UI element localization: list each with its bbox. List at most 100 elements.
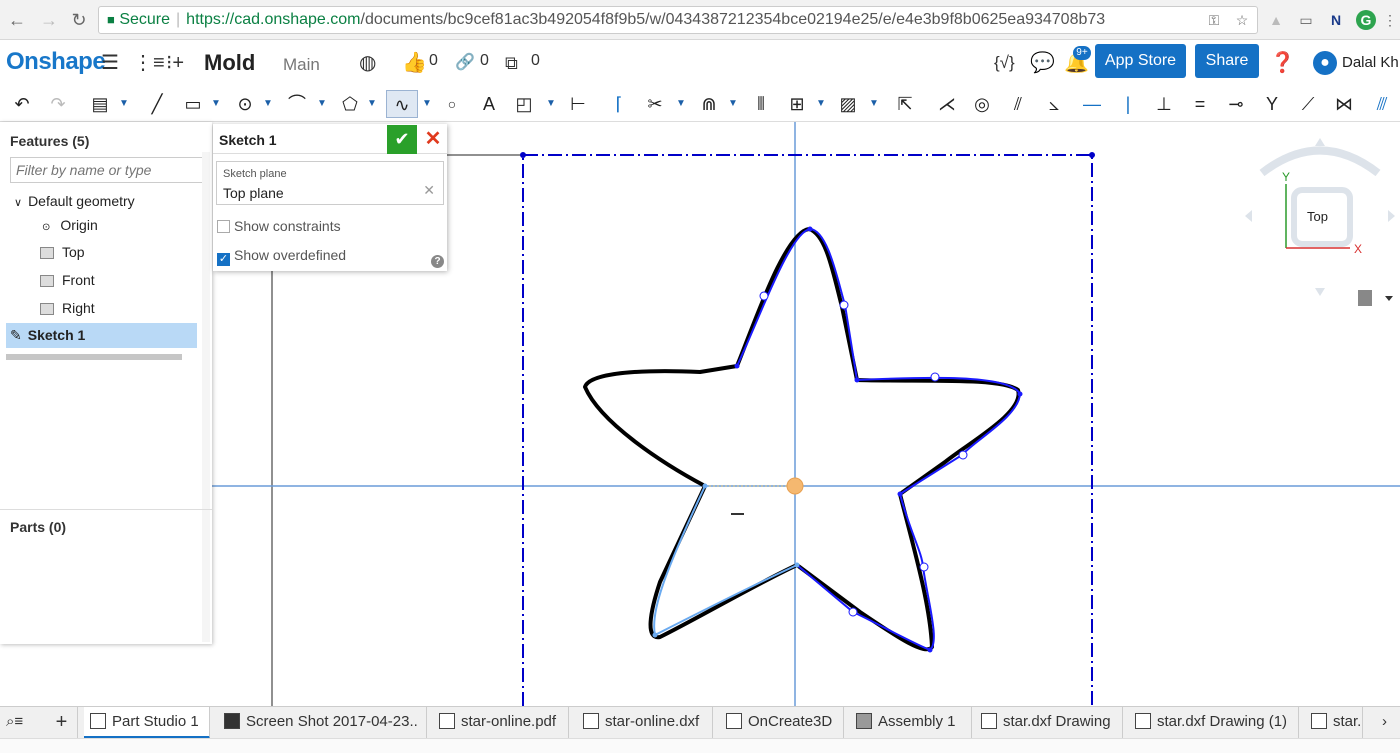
feature-filter-input[interactable] [10,157,203,183]
tree-right[interactable]: Right [40,297,95,319]
sketch-plane-field[interactable]: Sketch plane Top plane ✕ [216,161,444,205]
tab-search-icon[interactable]: ⌕≡ [0,707,40,739]
onshape-logo[interactable]: Onshape [6,48,106,76]
feature-list-scrollbar[interactable] [6,354,182,360]
midpoint-icon[interactable]: ⊸ [1226,90,1246,118]
feature-dropdown-icon[interactable]: ▤ [88,90,112,118]
reload-icon[interactable]: ↻ [68,9,90,31]
arc-tool-icon[interactable]: ⌒ [285,90,309,118]
avatar[interactable]: ● [1313,51,1337,75]
rectangle-tool-icon[interactable]: ▭ [181,90,205,118]
undo-icon[interactable]: ↶ [10,90,34,118]
tab-star-online-pdf[interactable]: star-online.pdf [433,707,569,739]
image-icon [224,713,240,729]
tab-assembly-1[interactable]: Assembly 1 [850,707,972,739]
key-icon[interactable]: ⚿ [1204,10,1224,30]
cancel-button[interactable]: ✕ [421,125,445,154]
tab-star-online-dxf[interactable]: star-online.dxf [577,707,713,739]
like-icon[interactable]: 👍 [402,51,427,75]
menu-icon[interactable]: ☰ [101,51,119,75]
view-cube[interactable]: Y X Top [1240,128,1400,318]
mirror-icon[interactable]: ⫴ [749,90,773,118]
notification-badge: 9+ [1073,46,1091,60]
tab-star-truncated[interactable]: star. [1305,707,1363,739]
globe-icon[interactable]: ◍ [359,51,376,75]
add-tab-icon[interactable]: ⁝+ [166,51,184,75]
variable-icon[interactable]: {√} [994,51,1015,75]
workspace-name[interactable]: Main [283,55,320,75]
chevron-down-icon[interactable]: ∨ [14,197,22,209]
show-constraints-checkbox[interactable]: Show constraints [217,218,341,234]
line-tool-icon[interactable]: ╱ [145,90,169,118]
spline-handle [958,450,968,460]
document-name[interactable]: Mold [204,50,255,76]
forward-arrow-icon[interactable]: → [38,9,60,31]
feature-list-icon[interactable]: ⋮≡ [133,51,165,75]
help-icon[interactable]: ❓ [1270,51,1295,75]
offset-icon[interactable]: ⋒ [697,90,721,118]
back-arrow-icon[interactable]: ← [6,9,28,31]
tree-sketch-1[interactable]: ✎ Sketch 1 [6,323,197,348]
dialog-title: Sketch 1 [219,132,277,148]
comment-icon[interactable]: 💬 [1030,51,1055,75]
clear-icon[interactable]: ✕ [423,182,435,199]
spline-point [794,562,800,568]
tab-part-studio-1[interactable]: Part Studio 1 [84,707,210,739]
symmetric-icon[interactable]: ⋈ [1334,90,1354,118]
spline-tool-icon[interactable]: ∿ [386,90,418,118]
normal-icon[interactable]: Y [1262,90,1282,118]
extension-n-icon[interactable]: N [1326,10,1346,30]
parallel-icon[interactable]: ⫽ [1008,90,1028,118]
cast-icon[interactable]: ▭ [1296,10,1316,30]
polygon-tool-icon[interactable]: ⬠ [338,90,362,118]
help-icon[interactable]: ? [431,255,444,268]
tree-front[interactable]: Front [40,269,95,291]
checkbox-checked-icon[interactable]: ✓ [217,253,230,266]
fix-icon[interactable]: ⫻ [1370,90,1394,118]
tab-star-dxf-drawing-1[interactable]: star.dxf Drawing (1) [1129,707,1299,739]
use-icon[interactable]: ⇱ [893,90,917,118]
horizontal-icon[interactable]: — [1082,90,1102,118]
share-button[interactable]: Share [1195,44,1259,78]
tab-oncreate3d[interactable]: OnCreate3D [720,707,844,739]
checkbox-icon[interactable] [217,220,230,233]
browser-menu-icon[interactable]: ⋮ [1380,10,1400,30]
redo-icon[interactable]: ↷ [46,90,70,118]
address-bar[interactable]: ■ Secure | https://cad.onshape.com/documen… [98,6,1258,34]
fillet-icon[interactable]: ⌈ [607,90,631,118]
tree-default-geometry[interactable]: ∨ Default geometry [14,190,135,212]
link-icon[interactable]: 🔗 [455,51,475,75]
concentric-icon[interactable]: ◎ [972,90,992,118]
point-tool-icon[interactable]: ○ [442,90,462,118]
tree-origin[interactable]: ⊙ Origin [42,214,98,236]
copy-icon[interactable]: ⧉ [505,51,518,75]
tab-scroll-right-icon[interactable]: › [1363,707,1400,739]
user-name[interactable]: Dalal Kh [1342,54,1399,71]
dimension-icon[interactable]: ⊢ [566,90,590,118]
equal-icon[interactable]: = [1190,90,1210,118]
tab-screenshot[interactable]: Screen Shot 2017-04-23.. [218,707,427,739]
pierce-icon[interactable]: ⟋ [1298,90,1318,118]
show-overdefined-checkbox[interactable]: ✓ Show overdefined [217,247,346,266]
sketch-toolbar: ↶ ↷ ▤ ▼ ╱ ▭ ▼ ⊙ ▼ ⌒ ▼ ⬠ ▼ ∿ ▼ ○ A ◰ ▼ ⊢ ⌈ ✂ ▼ ⋒ ▼… [0,86,1400,122]
panel-divider[interactable] [0,509,212,510]
vertical-icon[interactable]: | [1118,90,1138,118]
accept-button[interactable]: ✔ [387,125,417,154]
app-store-button[interactable]: App Store [1095,44,1186,78]
panel-scrollbar[interactable] [202,152,210,642]
grammarly-icon[interactable]: G [1356,10,1376,30]
trim-icon[interactable]: ✂ [643,90,667,118]
star-bookmark-icon[interactable]: ☆ [1232,10,1252,30]
drive-icon[interactable]: ▲ [1266,10,1286,30]
text-tool-icon[interactable]: A [477,90,501,118]
circle-tool-icon[interactable]: ⊙ [233,90,257,118]
add-tab-button[interactable]: + [40,707,78,739]
pattern-icon[interactable]: ⊞ [785,90,809,118]
tab-star-dxf-drawing[interactable]: star.dxf Drawing [975,707,1123,739]
construction-icon[interactable]: ◰ [512,90,536,118]
perpendicular-icon[interactable]: ⊥ [1154,90,1174,118]
image-insert-icon[interactable]: ▨ [836,90,860,118]
tangent-icon[interactable]: ⦣ [1044,90,1064,118]
coincident-icon[interactable]: ⋌ [937,90,957,118]
tree-top[interactable]: Top [40,241,85,263]
